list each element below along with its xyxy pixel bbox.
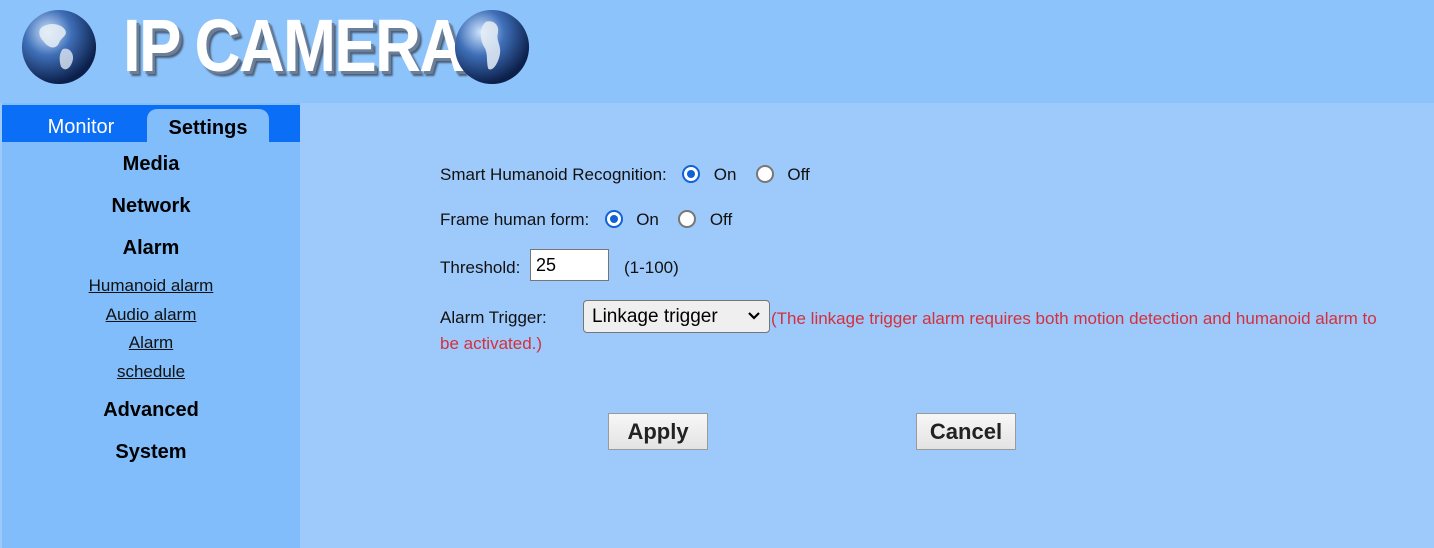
smart-recognition-on-label: On <box>713 165 737 184</box>
frame-human-row: Frame human form: On Off <box>440 210 732 230</box>
frame-human-label: Frame human form: <box>440 210 590 229</box>
sidebar-item-alarm[interactable]: Alarm <box>2 237 300 260</box>
sidebar-subitem-alarm[interactable]: Alarm <box>2 333 300 353</box>
header-banner: IP CAMERA <box>0 0 1434 103</box>
tab-monitor[interactable]: Monitor <box>14 105 148 142</box>
sidebar-subitem-audio-alarm[interactable]: Audio alarm <box>2 305 300 325</box>
sidebar-item-media[interactable]: Media <box>2 153 300 176</box>
sidebar-subitem-humanoid-alarm[interactable]: Humanoid alarm <box>2 276 300 296</box>
sidebar-subitem-schedule[interactable]: schedule <box>2 362 300 382</box>
frame-human-off-label: Off <box>709 210 733 229</box>
smart-recognition-row: Smart Humanoid Recognition: On Off <box>440 165 810 185</box>
threshold-range-hint: (1-100) <box>624 258 679 277</box>
frame-human-off-radio[interactable] <box>678 210 697 228</box>
tab-bar: Monitor Settings <box>2 105 300 142</box>
sidebar-item-system[interactable]: System <box>2 441 300 464</box>
sidebar: Monitor Settings Media Network Alarm Hum… <box>2 103 300 548</box>
smart-recognition-off-radio[interactable] <box>755 165 774 183</box>
frame-human-on-radio[interactable] <box>604 210 623 228</box>
alarm-trigger-selected-value: Linkage trigger <box>592 306 718 327</box>
main-panel: Smart Humanoid Recognition: On Off Frame… <box>300 103 1434 548</box>
chevron-down-icon <box>748 312 760 320</box>
logo-text: IP CAMERA <box>123 4 465 87</box>
sidebar-item-advanced[interactable]: Advanced <box>2 399 300 422</box>
threshold-input[interactable] <box>530 249 609 281</box>
threshold-label: Threshold: <box>440 258 521 277</box>
smart-recognition-on-radio[interactable] <box>682 165 701 183</box>
alarm-trigger-select[interactable]: Linkage trigger <box>583 300 770 333</box>
tab-settings[interactable]: Settings <box>147 109 269 142</box>
globe-icon <box>454 9 530 85</box>
frame-human-on-label: On <box>636 210 659 229</box>
apply-button[interactable]: Apply <box>608 413 708 450</box>
cancel-button[interactable]: Cancel <box>916 413 1016 450</box>
smart-recognition-off-label: Off <box>787 165 810 184</box>
smart-recognition-label: Smart Humanoid Recognition: <box>440 165 667 184</box>
globe-icon <box>21 9 97 85</box>
sidebar-item-network[interactable]: Network <box>2 195 300 218</box>
